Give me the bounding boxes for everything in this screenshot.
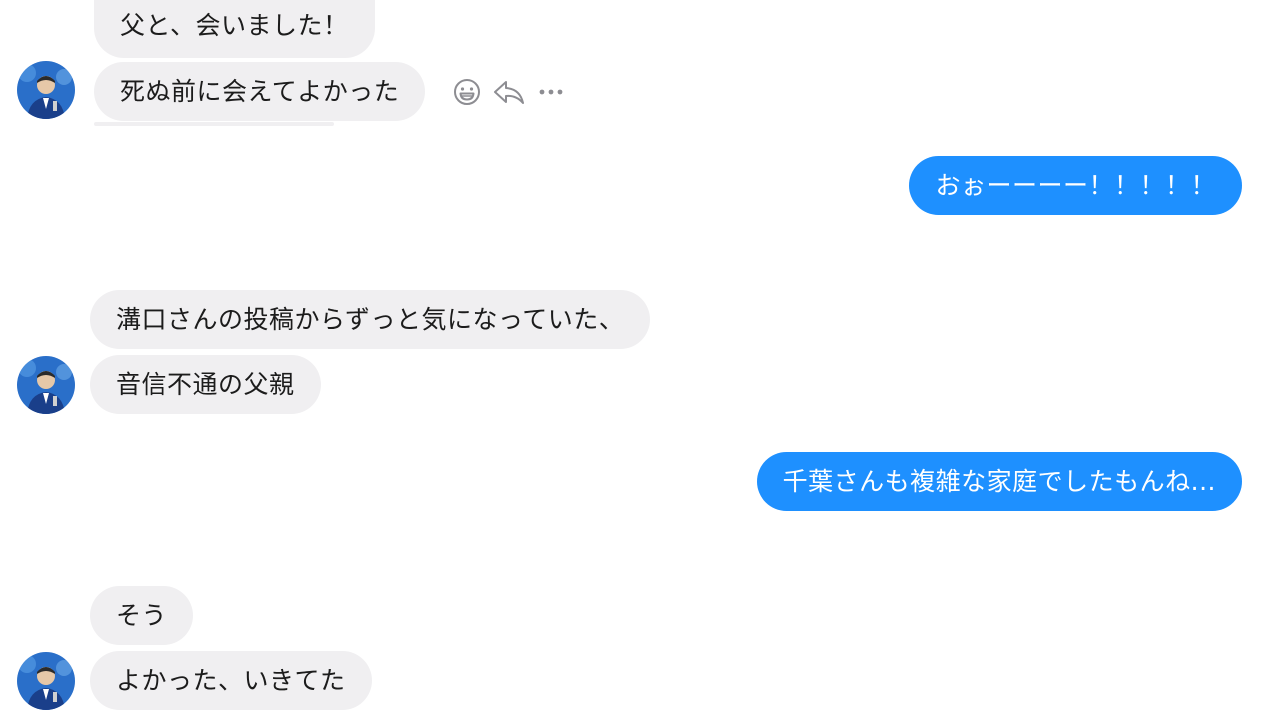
message-bubble-partial [94, 122, 334, 126]
reply-icon[interactable] [492, 75, 526, 109]
avatar[interactable] [17, 61, 75, 119]
message-bubble-incoming[interactable]: よかった、いきてた [90, 651, 372, 710]
message-bubble-outgoing[interactable]: 千葉さんも複雑な家庭でしたもんね... [756, 452, 1242, 511]
message-bubble-incoming[interactable]: 死ぬ前に会えてよかった [94, 62, 426, 121]
message-bubble-incoming[interactable]: 父と、会いました！ [94, 0, 375, 58]
message-bubble-incoming[interactable]: 音信不通の父親 [90, 355, 321, 414]
message-bubble-outgoing[interactable]: おぉーーーー！！！！！ [909, 156, 1242, 215]
avatar[interactable] [17, 652, 75, 710]
message-bubble-incoming[interactable]: 溝口さんの投稿からずっと気になっていた、 [90, 290, 651, 349]
more-options-icon[interactable] [534, 75, 568, 109]
message-bubble-incoming[interactable]: そう [90, 586, 194, 645]
avatar[interactable] [17, 356, 75, 414]
emoji-reaction-icon[interactable] [450, 75, 484, 109]
message-actions [450, 74, 568, 110]
